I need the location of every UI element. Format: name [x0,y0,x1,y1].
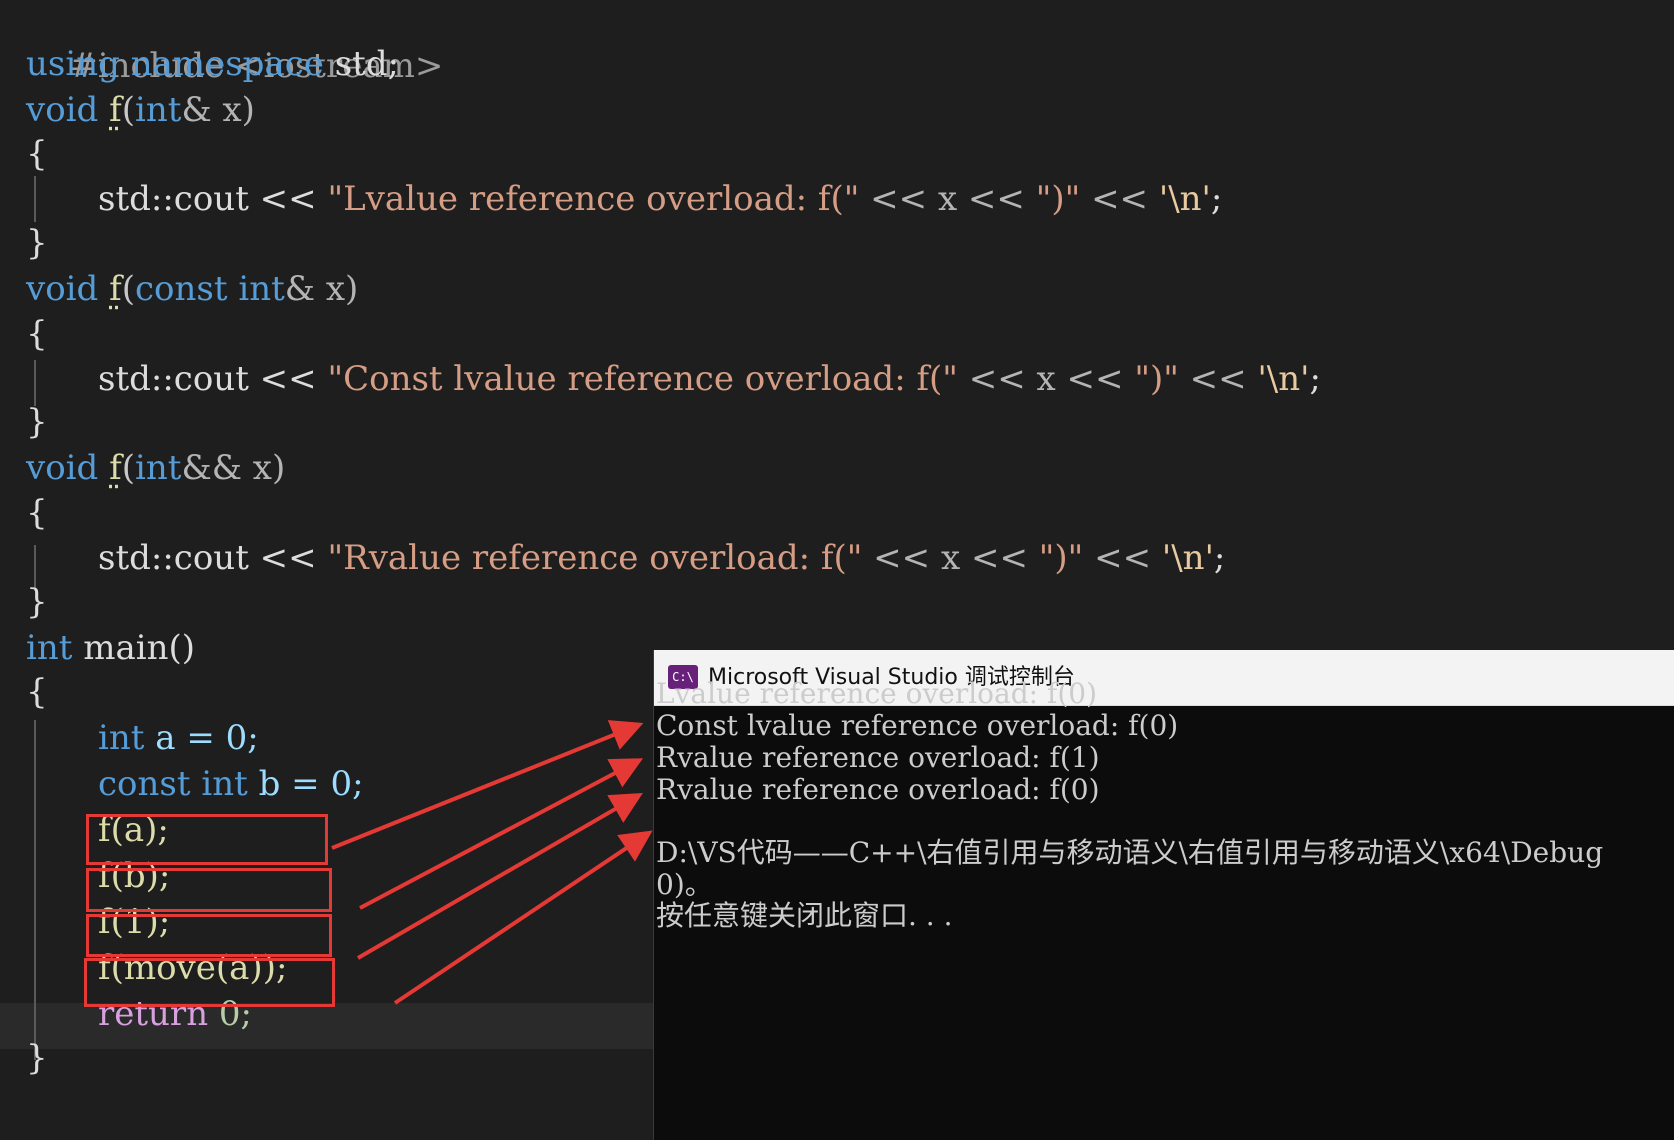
string-literal: "Const lvalue reference overload: f(" [327,359,958,399]
function-name: f [109,269,122,309]
code-line[interactable]: { [26,489,48,537]
annotation-box [86,868,332,912]
string-literal: ")" [1038,538,1084,578]
var-decl: b = 0; [247,764,364,804]
function-name: f [109,90,122,130]
code-line[interactable]: const int b = 0; [98,760,364,808]
code-line[interactable]: using namespace std; [26,40,399,88]
code-line[interactable]: void f(const int& x) [26,265,358,313]
char-literal: '\n' [1158,179,1211,219]
string-literal: "Rvalue reference overload: f(" [327,538,863,578]
indent-guide [34,176,36,222]
cout-mid: << x << [957,359,1135,399]
brace: { [26,672,48,712]
shift-op: << [1178,359,1258,399]
code-line[interactable]: int main() [26,624,195,672]
keyword: int [135,90,182,130]
keyword: int [98,718,145,758]
debug-console-window[interactable]: C:\ Microsoft Visual Studio 调试控制台 Lvalue… [653,650,1674,1140]
console-output-line: 0)。 [656,868,713,901]
main-function: main() [72,628,196,668]
indent-guide [34,720,36,1060]
var-decl: a = 0; [144,718,259,758]
code-line[interactable]: std::cout << "Const lvalue reference ove… [98,355,1321,403]
keyword: int [26,628,73,668]
semicolon: ; [1309,359,1321,399]
semicolon: ; [1213,538,1226,578]
code-line[interactable]: } [26,578,48,626]
brace: { [26,493,48,533]
code-line[interactable]: } [26,219,48,267]
keyword: int [238,269,285,309]
keyword: void [26,90,99,130]
code-line[interactable]: std::cout << "Rvalue reference overload:… [98,534,1225,582]
cout-expr: std::cout << [98,179,328,219]
console-output-line: 按任意键关闭此窗口. . . [656,899,953,932]
keyword: const int [98,764,248,804]
console-output-line: D:\VS代码——C++\右值引用与移动语义\右值引用与移动语义\x64\Deb… [656,836,1604,869]
code-line[interactable]: void f(int&& x) [26,444,285,492]
cout-expr: std::cout << [98,538,328,578]
code-line[interactable]: { [26,130,48,178]
brace: } [26,582,48,622]
shift-op: << [1083,538,1162,578]
brace: { [26,314,48,354]
char-literal: '\n' [1161,538,1214,578]
code-line[interactable]: void f(int& x) [26,86,255,134]
cout-mid: << x << [862,538,1039,578]
string-literal: ")" [1134,359,1179,399]
function-name: f [109,448,122,488]
brace: { [26,134,48,174]
keyword: void [26,448,99,488]
string-literal: ")" [1035,179,1081,219]
keyword: namespace [130,44,324,84]
code-line[interactable]: } [26,1034,48,1082]
annotation-box [86,814,328,865]
param-rest: && x) [181,448,286,488]
keyword: int [135,448,182,488]
keyword: void [26,269,99,309]
keyword: using [26,44,120,84]
brace: } [26,402,48,442]
code-line[interactable]: std::cout << "Lvalue reference overload:… [98,175,1222,223]
param-rest: & x) [181,90,255,130]
paren: ( [121,269,135,309]
code-line[interactable]: int a = 0; [98,714,259,762]
string-literal: "Lvalue reference overload: f(" [327,179,860,219]
console-output-line: Const lvalue reference overload: f(0) [656,709,1179,742]
semicolon: ; [1210,179,1223,219]
param-rest: & x) [284,269,359,309]
brace: } [26,1038,48,1078]
paren: ( [121,448,135,488]
code-line[interactable]: { [26,310,48,358]
paren: ( [121,90,135,130]
console-output-line: Rvalue reference overload: f(1) [656,741,1100,774]
cout-expr: std::cout << [98,359,328,399]
keyword: const [135,269,228,309]
console-output-line: Lvalue reference overload: f(0) [656,677,1098,710]
brace: } [26,223,48,263]
cout-mid: << x << [859,179,1036,219]
console-output-line: Rvalue reference overload: f(0) [656,773,1100,806]
annotation-box [86,914,332,957]
annotation-box [84,958,335,1007]
char-literal: '\n' [1257,359,1310,399]
code-line[interactable]: { [26,668,48,716]
identifier: std; [334,44,400,84]
code-line[interactable]: } [26,398,48,446]
shift-op: << [1080,179,1159,219]
code-line[interactable]: #include <iostream> [26,0,443,86]
